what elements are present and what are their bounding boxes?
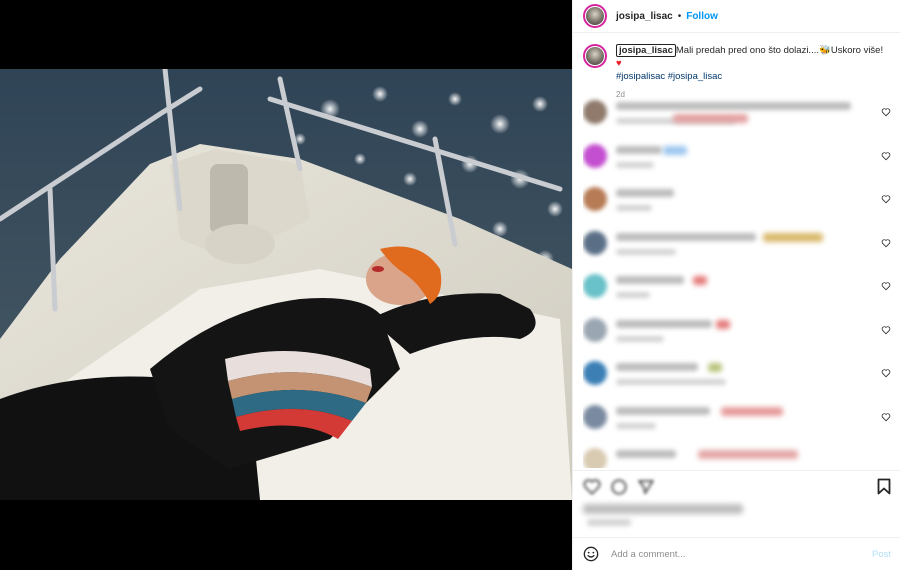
post-actions [573,470,900,536]
likes-count[interactable] [583,504,743,514]
post-photo[interactable] [0,69,572,500]
heart-outline-icon[interactable] [881,281,891,291]
comment-item [583,266,893,310]
caption-avatar[interactable] [583,44,607,68]
author-avatar[interactable] [583,4,607,28]
post-side-panel: josipa_lisac • Follow josipa_lisac Mali p… [572,0,900,570]
comment-avatar[interactable] [583,361,607,385]
heart-outline-icon[interactable] [881,151,891,161]
post-comment-button[interactable]: Post [872,549,891,560]
comment-composer: Post [573,537,900,570]
comment-item [583,92,893,136]
comment-avatar[interactable] [583,404,607,429]
heart-outline-icon[interactable] [881,412,891,422]
comment-input[interactable] [611,548,872,560]
comment-item [583,440,893,468]
separator-dot: • [677,10,682,22]
caption-text-part-1: Mali predah pred ono što dolazi.... [675,45,819,56]
comment-avatar[interactable] [583,448,607,468]
comment-avatar[interactable] [583,187,607,211]
heart-outline-icon[interactable] [881,368,891,378]
boat-photo-illustration [0,69,572,500]
heart-outline-icon[interactable] [881,194,891,204]
caption-text-part-2: Uskoro više! [830,45,884,56]
heart-outline-icon[interactable] [881,238,891,248]
comment-avatar[interactable] [583,230,607,255]
comment-item [583,397,893,441]
heart-outline-icon[interactable] [881,107,891,117]
comment-avatar[interactable] [583,317,607,342]
comment-avatar[interactable] [583,143,607,168]
comment-item [583,136,893,180]
comments-list[interactable] [583,92,893,468]
author-username[interactable]: josipa_lisac [616,11,673,22]
comment-icon[interactable] [610,478,628,496]
follow-button[interactable]: Follow [686,11,718,22]
comment-item [583,179,893,223]
post-header: josipa_lisac • Follow [573,0,900,33]
heart-outline-icon[interactable] [881,325,891,335]
post-date [587,519,631,526]
share-icon[interactable] [637,478,655,496]
bookmark-icon[interactable] [877,478,891,495]
comment-item [583,310,893,354]
heart-emoji-icon: ♥ [616,58,622,69]
comment-avatar[interactable] [583,100,607,124]
heart-outline-icon[interactable] [583,478,601,496]
comment-avatar[interactable] [583,274,607,298]
caption-username[interactable]: josipa_lisac [616,44,676,57]
media-pane [0,0,572,570]
comment-item [583,223,893,267]
comment-item [583,353,893,397]
bee-emoji-icon: 🐝 [819,45,831,56]
emoji-smile-icon[interactable] [583,546,599,562]
caption-hashtags[interactable]: #josipalisac #josipa_lisac [616,71,722,82]
